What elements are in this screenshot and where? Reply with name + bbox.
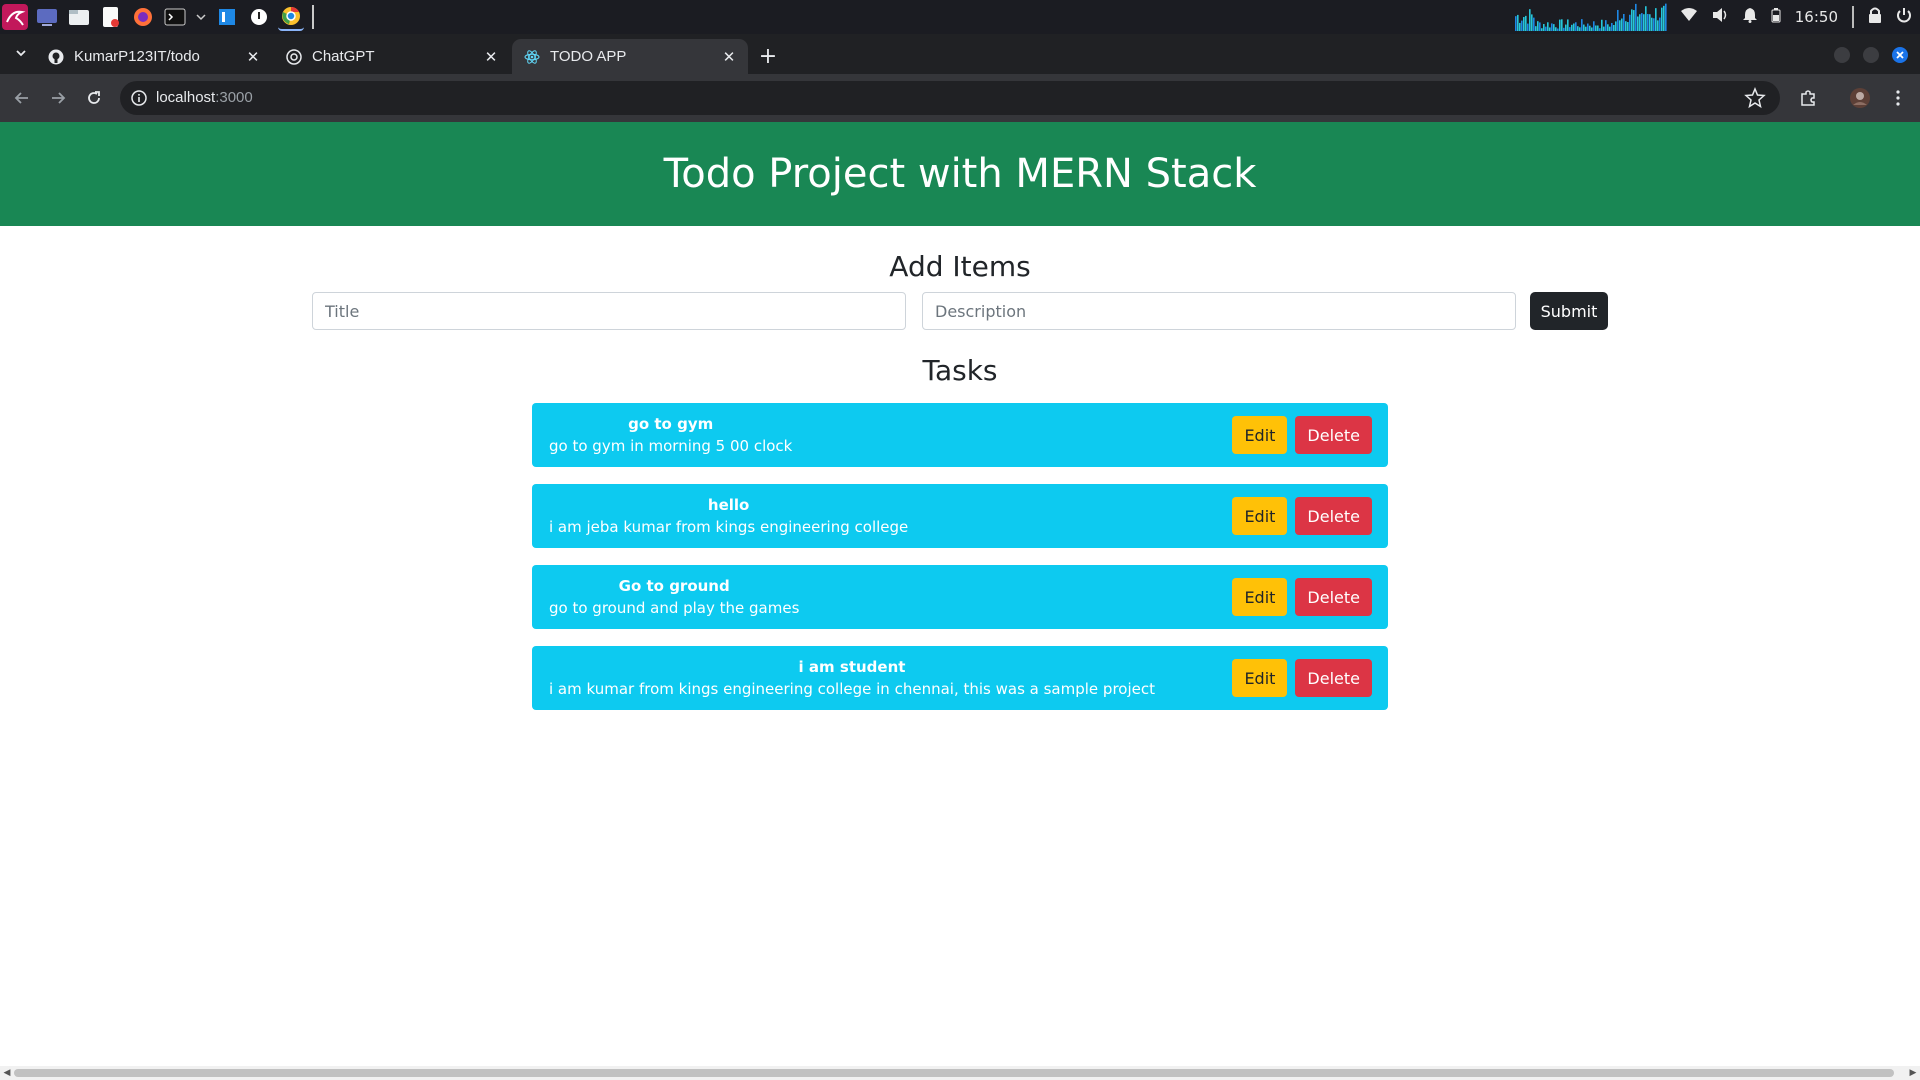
lock-icon[interactable]	[1868, 7, 1882, 27]
delete-button[interactable]: Delete	[1295, 416, 1372, 454]
chrome-icon[interactable]	[278, 3, 304, 31]
bell-icon[interactable]	[1742, 7, 1757, 27]
code-editor-icon[interactable]	[214, 4, 240, 30]
address-bar[interactable]: localhost:3000	[120, 81, 1780, 115]
description-input[interactable]	[922, 292, 1516, 330]
clock[interactable]: 16:50	[1795, 8, 1838, 26]
task-description: i am jeba kumar from kings engineering c…	[549, 518, 909, 536]
task-text: go to gym go to gym in morning 5 00 cloc…	[549, 413, 792, 457]
task-card: hello i am jeba kumar from kings enginee…	[532, 484, 1388, 548]
extensions-icon[interactable]	[1796, 86, 1820, 110]
wifi-icon[interactable]	[1680, 8, 1697, 26]
task-actions: Edit Delete	[1232, 497, 1372, 535]
chevron-down-icon[interactable]	[194, 4, 208, 30]
github-icon	[48, 49, 64, 65]
cpu-graph	[1514, 3, 1667, 31]
scrollbar-thumb[interactable]	[14, 1069, 1894, 1077]
task-title: go to gym	[628, 415, 714, 433]
avatar[interactable]	[1848, 86, 1872, 110]
page-header: Todo Project with MERN Stack	[0, 122, 1920, 226]
maximize-icon[interactable]	[1863, 47, 1879, 63]
task-card: go to gym go to gym in morning 5 00 cloc…	[532, 403, 1388, 467]
close-icon[interactable]: ✕	[244, 48, 262, 66]
back-icon[interactable]	[10, 86, 34, 110]
task-list: go to gym go to gym in morning 5 00 cloc…	[532, 403, 1388, 727]
file-manager-icon[interactable]	[66, 4, 92, 30]
add-item-form: Submit	[312, 292, 1608, 330]
reload-icon[interactable]	[82, 86, 106, 110]
new-tab-icon[interactable]: +	[756, 44, 780, 69]
tab-search-icon[interactable]	[10, 42, 32, 64]
edit-button[interactable]: Edit	[1232, 497, 1288, 535]
browser-toolbar: localhost:3000	[0, 74, 1920, 122]
task-text: Go to ground go to ground and play the g…	[549, 575, 799, 619]
battery-icon[interactable]	[1771, 7, 1781, 27]
tab-github[interactable]: KumarP123IT/todo ✕	[36, 39, 272, 74]
add-items-heading: Add Items	[889, 250, 1031, 283]
url-port: :3000	[215, 89, 253, 106]
text-editor-icon[interactable]	[98, 4, 124, 30]
scroll-right-icon[interactable]: ▶	[1907, 1067, 1919, 1079]
forward-icon[interactable]	[46, 86, 70, 110]
firefox-icon[interactable]	[130, 4, 156, 30]
task-text: i am student i am kumar from kings engin…	[549, 656, 1155, 700]
desktop-icon[interactable]	[34, 4, 60, 30]
title-input[interactable]	[312, 292, 906, 330]
delete-button[interactable]: Delete	[1295, 578, 1372, 616]
task-actions: Edit Delete	[1232, 659, 1372, 697]
task-title: hello	[707, 496, 750, 514]
task-description: go to gym in morning 5 00 clock	[549, 437, 793, 455]
edit-button[interactable]: Edit	[1232, 416, 1288, 454]
close-icon[interactable]: ✕	[482, 48, 500, 66]
task-actions: Edit Delete	[1232, 578, 1372, 616]
power-icon[interactable]	[1896, 7, 1912, 27]
task-title: Go to ground	[618, 577, 730, 595]
volume-icon[interactable]	[1711, 7, 1729, 27]
edit-button[interactable]: Edit	[1232, 659, 1288, 697]
task-title: i am student	[798, 658, 906, 676]
task-card: i am student i am kumar from kings engin…	[532, 646, 1388, 710]
terminal-icon[interactable]	[162, 4, 188, 30]
horizontal-scrollbar[interactable]: ◀ ▶	[0, 1066, 1920, 1080]
more-menu-icon[interactable]	[1886, 86, 1910, 110]
tab-todo-app[interactable]: TODO APP ✕	[512, 39, 748, 74]
url-host: localhost	[156, 89, 216, 106]
task-description: go to ground and play the games	[549, 599, 800, 617]
task-actions: Edit Delete	[1232, 416, 1372, 454]
os-top-panel: 16:50	[0, 0, 1920, 34]
submit-button[interactable]: Submit	[1530, 292, 1608, 330]
task-description: i am kumar from kings engineering colleg…	[549, 680, 1155, 698]
window-close-icon[interactable]	[1892, 47, 1908, 63]
panel-divider	[1852, 6, 1854, 28]
task-card: Go to ground go to ground and play the g…	[532, 565, 1388, 629]
close-icon[interactable]: ✕	[720, 48, 738, 66]
tab-title: TODO APP	[550, 48, 627, 65]
panel-separator	[312, 5, 314, 29]
url-text[interactable]: localhost:3000	[156, 89, 253, 106]
browser-tab-strip: KumarP123IT/todo ✕ ChatGPT ✕ TODO APP ✕ …	[0, 34, 1920, 74]
onlyoffice-icon[interactable]	[246, 4, 272, 30]
bookmark-star-icon[interactable]	[1744, 87, 1766, 109]
site-info-icon[interactable]	[130, 89, 148, 107]
kali-menu-icon[interactable]	[2, 4, 28, 30]
page-title: Todo Project with MERN Stack	[663, 151, 1257, 197]
chatgpt-icon	[286, 48, 302, 65]
edit-button[interactable]: Edit	[1232, 578, 1288, 616]
delete-button[interactable]: Delete	[1295, 497, 1372, 535]
scroll-left-icon[interactable]: ◀	[1, 1067, 13, 1079]
tab-chatgpt[interactable]: ChatGPT ✕	[274, 39, 510, 74]
tab-title: ChatGPT	[312, 48, 375, 65]
delete-button[interactable]: Delete	[1295, 659, 1372, 697]
task-text: hello i am jeba kumar from kings enginee…	[549, 494, 908, 538]
minimize-icon[interactable]	[1834, 47, 1850, 63]
tab-title: KumarP123IT/todo	[74, 48, 200, 65]
tasks-heading: Tasks	[922, 354, 998, 387]
react-icon	[524, 49, 540, 65]
